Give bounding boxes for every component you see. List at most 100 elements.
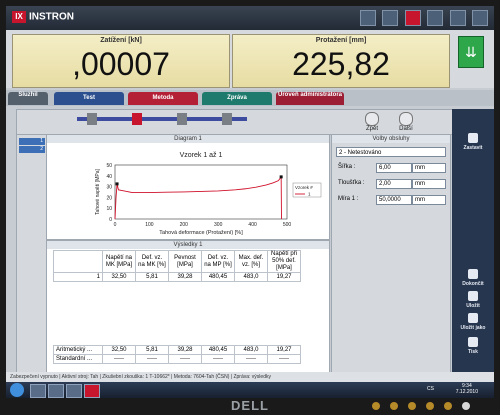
save-step-icon[interactable] (222, 113, 232, 125)
load-readout[interactable]: Zatížení [kN] ,00007 (12, 34, 230, 88)
table-cell: ----- (267, 354, 301, 364)
results-body: 1 32,50 5,81 39,28 480,45 483,0 19,27 (53, 272, 301, 282)
next-button[interactable]: Další (391, 112, 421, 132)
table-cell: 39,28 (168, 345, 202, 355)
tab-zprava[interactable]: Zpráva (202, 92, 272, 105)
table-cell: 19,27 (267, 272, 301, 282)
power-button[interactable] (462, 402, 470, 410)
setup-step-icon[interactable] (87, 113, 97, 125)
results-header-row: Napětí na MK [MPa] Def. vz. na MK [%] Pevn… (53, 250, 301, 273)
instron-logo: IX INSTRON (12, 11, 74, 23)
statistics-row[interactable]: Aritmetický ... 32,50 5,81 39,28 480,45 483,0… (53, 345, 301, 355)
chart-title: Vzorek 1 až 1 (180, 152, 223, 159)
media-taskbar-icon[interactable] (66, 384, 82, 398)
stop-button[interactable]: Zastavit (452, 133, 494, 151)
tab-test[interactable]: Test (54, 92, 124, 105)
language-indicator[interactable]: CS (427, 386, 434, 392)
logo-text: INSTRON (29, 11, 74, 23)
x-tick-label: 500 (283, 222, 292, 228)
extension-readout[interactable]: Protažení [mm] 225,82 (232, 34, 450, 88)
tools-icon[interactable] (427, 10, 444, 26)
tab-metoda-label: Metoda (152, 95, 174, 101)
monitor-button[interactable] (390, 402, 398, 410)
status-dropdown-value: 2 - Netestováno (339, 150, 382, 156)
finish-icon (468, 269, 478, 279)
tab-metoda[interactable]: Metoda (128, 92, 198, 105)
operator-options-panel: Volby obsluhy 2 - Netestováno Šířka : 6,… (331, 134, 451, 374)
monitor-button[interactable] (444, 402, 452, 410)
system-clock[interactable]: 9:34 7.12.2010 (456, 383, 478, 395)
back-button[interactable]: Zpět (357, 112, 387, 132)
status-dropdown[interactable]: 2 - Netestováno (336, 147, 446, 157)
finish-button[interactable]: Dokončit (452, 269, 494, 287)
explorer-taskbar-icon[interactable] (48, 384, 64, 398)
results-corner-cell (53, 250, 103, 273)
save-button[interactable]: Uložit (452, 291, 494, 309)
tab-admin[interactable]: Úroveň administrátora (276, 92, 344, 105)
field-gauge-input[interactable]: 50,0000 (376, 195, 412, 205)
instron-window: IX INSTRON Zatížení [kN] ,00007 Protažení… (6, 6, 494, 398)
field-thickness-label: Tloušťka : (338, 180, 365, 186)
field-thickness-unit[interactable]: mm (412, 179, 446, 189)
results-panel-title: Výsledky 1 (47, 241, 329, 249)
field-gauge-unit[interactable]: mm (412, 195, 446, 205)
specimen-step-icon[interactable] (177, 113, 187, 125)
arrow-down-icon: ⇊ (465, 44, 477, 60)
monitor-button[interactable] (372, 402, 380, 410)
table-cell: ----- (168, 354, 202, 364)
help-icon[interactable] (449, 10, 466, 26)
save-as-button[interactable]: Uložit jako (452, 313, 494, 331)
statistics-body: Aritmetický ... 32,50 5,81 39,28 480,45 483,0… (53, 345, 301, 364)
diagram-panel: Diagram 1 Vzorek 1 až 1 0 100 200 300 400 500 0… (46, 134, 330, 240)
layout-icon[interactable] (382, 10, 399, 26)
plot-area (114, 164, 288, 220)
load-readout-value: ,00007 (72, 46, 170, 82)
table-row[interactable]: 1 32,50 5,81 39,28 480,45 483,0 19,27 (53, 272, 301, 282)
alarm-icon[interactable] (404, 10, 421, 26)
back-label: Zpět (365, 126, 378, 132)
results-header-1: Def. vz. na MK [%] (135, 250, 169, 273)
results-header-5: Napětí při 50% def. [MPa] (267, 250, 301, 273)
start-button[interactable] (10, 383, 24, 397)
row-label: Standardní ... (53, 354, 103, 364)
results-header-2: Pevnost [MPa] (168, 250, 202, 273)
save-as-icon (468, 313, 478, 323)
y-tick-label: 20 (106, 195, 112, 201)
field-width: Šířka : 6,00 mm (336, 163, 448, 173)
tab-bar: Sluzhil Test Metoda Zpráva Úroveň admini… (6, 90, 494, 106)
field-width-input[interactable]: 6,00 (376, 163, 412, 173)
table-cell: 32,50 (102, 272, 136, 282)
save-label: Uložit (466, 303, 480, 309)
table-cell: ----- (201, 354, 235, 364)
monitor-button[interactable] (408, 402, 416, 410)
legend-title: Vzorek # (295, 185, 313, 190)
stop-label: Zastavit (463, 145, 483, 151)
table-cell: ----- (135, 354, 169, 364)
statistics-table: Aritmetický ... 32,50 5,81 39,28 480,45 483,0… (53, 345, 301, 364)
table-cell: 32,50 (102, 345, 136, 355)
field-width-unit[interactable]: mm (412, 163, 446, 173)
finish-label: Dokončit (462, 281, 484, 287)
navigation-buttons: Zpět Další (317, 112, 447, 132)
close-icon[interactable] (472, 10, 488, 26)
table-cell: ----- (102, 354, 136, 364)
field-thickness-input[interactable]: 2,00 (376, 179, 412, 189)
panel-icon[interactable] (359, 10, 376, 26)
specimen-list[interactable]: 1 2 (16, 134, 48, 374)
return-crosshead-button[interactable]: ⇊ (458, 36, 484, 68)
bluehill-taskbar-icon[interactable] (84, 384, 100, 398)
load-readout-label: Zatížení [kN] (100, 37, 142, 44)
tab-zprava-label: Zpráva (227, 95, 247, 101)
language-label: CS (427, 386, 434, 392)
sluzhil-button[interactable]: Sluzhil (8, 92, 48, 105)
stress-strain-plot: Vzorek 1 až 1 0 100 200 300 400 500 0 10 20 30 40 50… (95, 152, 322, 236)
statistics-row[interactable]: Standardní ... ----- ----- ----- ----- ----- -… (53, 354, 301, 364)
specimen-row-2[interactable]: 2 (19, 146, 45, 153)
print-button[interactable]: Tisk (452, 337, 494, 355)
ie-taskbar-icon[interactable] (30, 384, 46, 398)
sluzhil-label: Sluzhil (18, 92, 38, 98)
specimen-row-1[interactable]: 1 (19, 138, 45, 145)
y-tick-label: 30 (106, 185, 112, 191)
current-specimen-icon[interactable] (132, 113, 142, 125)
monitor-button[interactable] (426, 402, 434, 410)
